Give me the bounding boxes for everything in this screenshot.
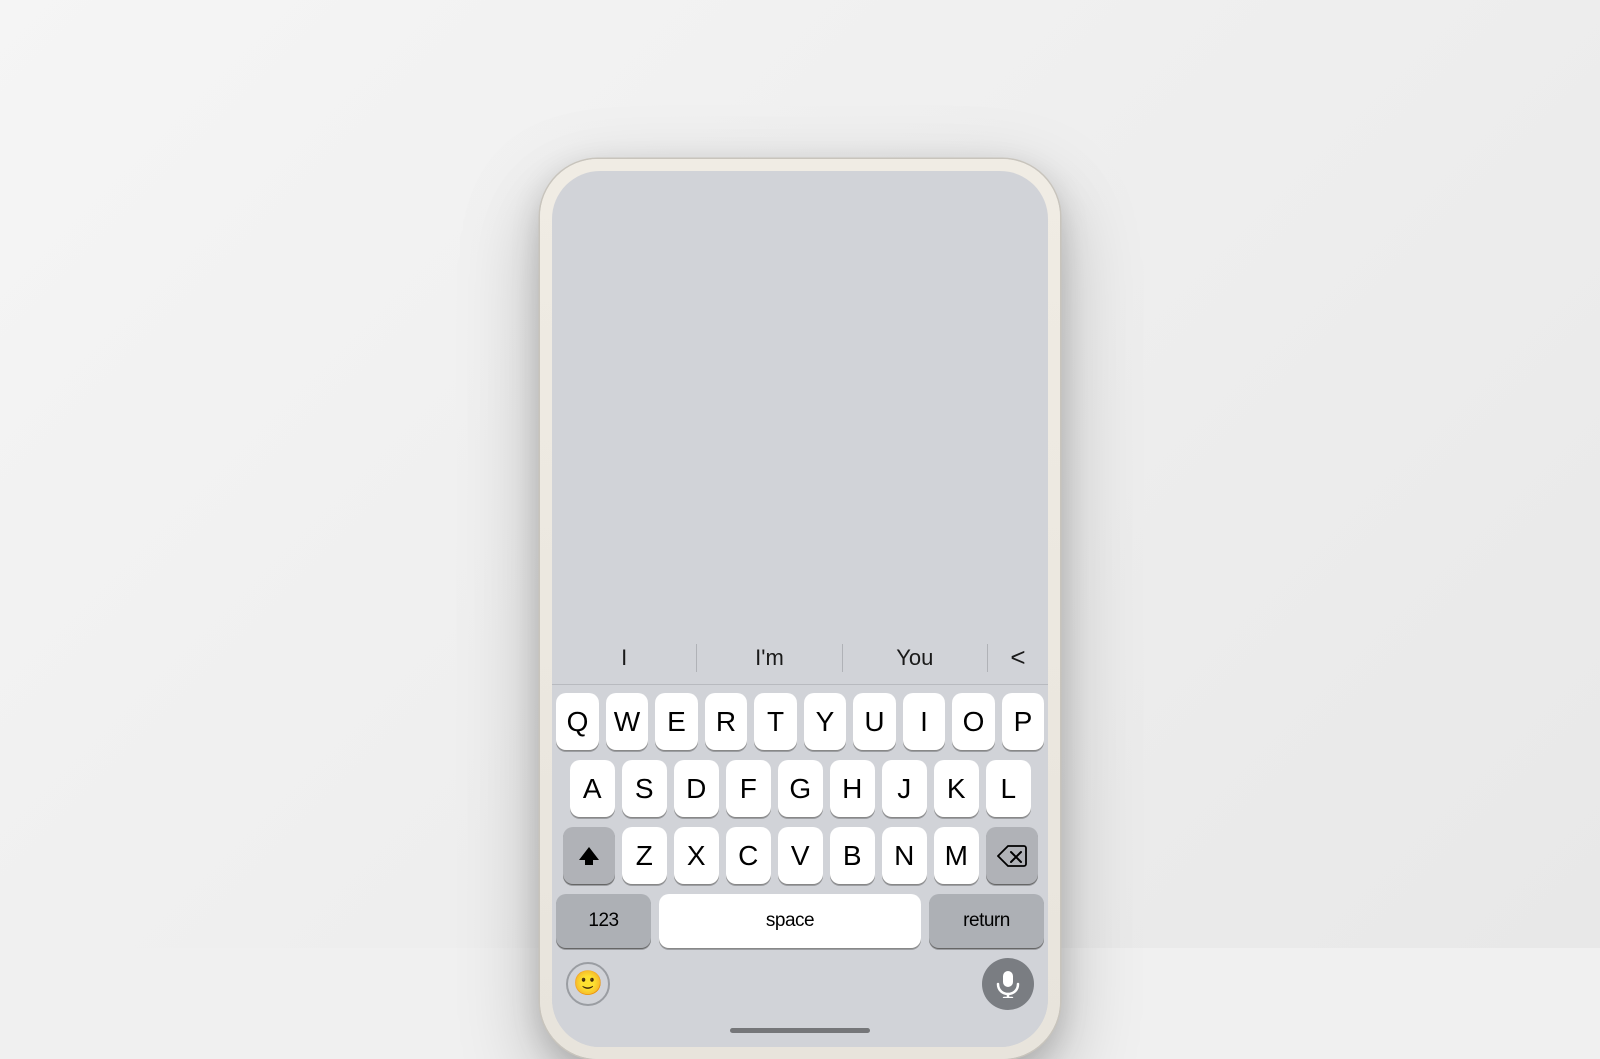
backspace-icon [997, 845, 1027, 867]
emoji-icon: 🙂 [573, 972, 603, 996]
key-n[interactable]: N [882, 827, 927, 884]
home-indicator-bar [730, 1028, 870, 1033]
phone-shell: I I'm You < Q W E [540, 159, 1060, 1059]
predictive-bar: I I'm You < [552, 631, 1048, 685]
return-key[interactable]: return [929, 894, 1044, 948]
key-l[interactable]: L [986, 760, 1031, 817]
key-e[interactable]: E [655, 693, 698, 750]
key-o[interactable]: O [952, 693, 995, 750]
phone-screen: I I'm You < Q W E [552, 171, 1048, 1047]
key-r[interactable]: R [705, 693, 748, 750]
key-q[interactable]: Q [556, 693, 599, 750]
key-row-2: A S D F G H J K L [556, 760, 1044, 817]
key-row-bottom: 123 space return [556, 894, 1044, 948]
scene: I I'm You < Q W E [0, 0, 1600, 948]
chevron-left-icon: < [1010, 642, 1025, 673]
keys-area: Q W E R T Y U I O P A S [552, 685, 1048, 952]
key-k[interactable]: K [934, 760, 979, 817]
microphone-icon [996, 970, 1020, 998]
key-d[interactable]: D [674, 760, 719, 817]
key-f[interactable]: F [726, 760, 771, 817]
emoji-button[interactable]: 🙂 [566, 962, 610, 1006]
key-p[interactable]: P [1002, 693, 1045, 750]
ios-keyboard: I I'm You < Q W E [552, 631, 1048, 1047]
home-indicator-area [552, 1020, 1048, 1047]
key-b[interactable]: B [830, 827, 875, 884]
key-h[interactable]: H [830, 760, 875, 817]
key-m[interactable]: M [934, 827, 979, 884]
key-a[interactable]: A [570, 760, 615, 817]
keyboard-bottom-row: 🙂 [552, 952, 1048, 1020]
space-key[interactable]: space [659, 894, 921, 948]
predictive-collapse-button[interactable]: < [988, 642, 1048, 673]
predictive-word-3[interactable]: You [843, 645, 987, 671]
predictive-word-1[interactable]: I [552, 645, 696, 671]
key-x[interactable]: X [674, 827, 719, 884]
key-g[interactable]: G [778, 760, 823, 817]
key-t[interactable]: T [754, 693, 797, 750]
key-i[interactable]: I [903, 693, 946, 750]
key-row-3: Z X C V B N M [556, 827, 1044, 884]
key-j[interactable]: J [882, 760, 927, 817]
key-v[interactable]: V [778, 827, 823, 884]
delete-key[interactable] [986, 827, 1038, 884]
microphone-button[interactable] [982, 958, 1034, 1010]
numbers-key[interactable]: 123 [556, 894, 651, 948]
shift-arrow-icon [575, 842, 603, 870]
key-w[interactable]: W [606, 693, 649, 750]
key-s[interactable]: S [622, 760, 667, 817]
key-u[interactable]: U [853, 693, 896, 750]
key-c[interactable]: C [726, 827, 771, 884]
key-z[interactable]: Z [622, 827, 667, 884]
predictive-word-2[interactable]: I'm [697, 645, 841, 671]
key-row-1: Q W E R T Y U I O P [556, 693, 1044, 750]
key-y[interactable]: Y [804, 693, 847, 750]
shift-key[interactable] [563, 827, 615, 884]
